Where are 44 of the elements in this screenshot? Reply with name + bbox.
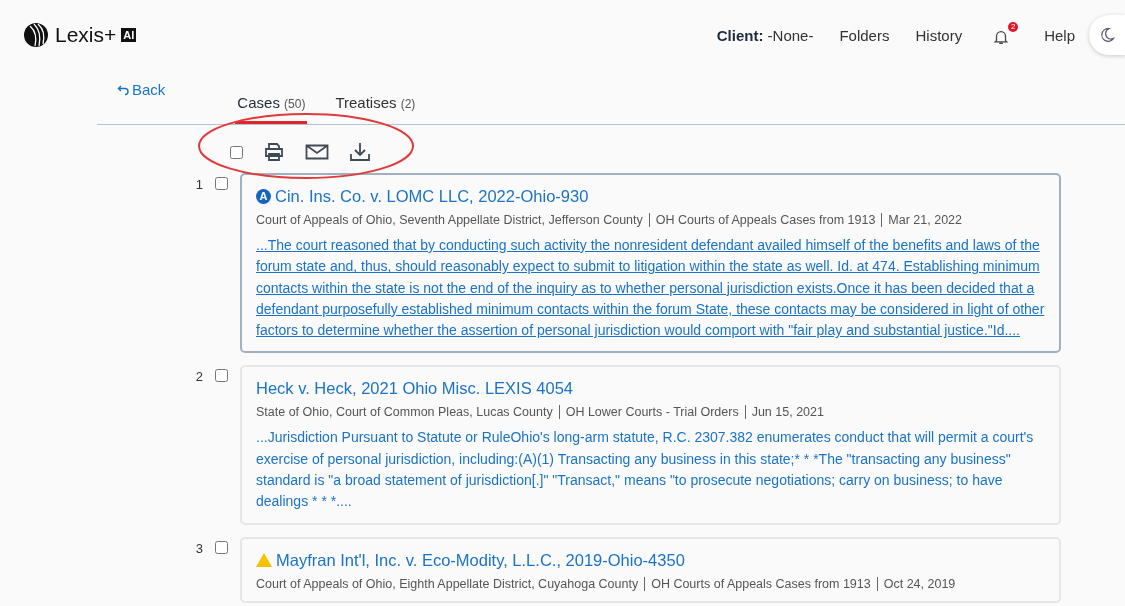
tab[interactable]: Treatises (2) <box>333 94 418 124</box>
positive-signal-icon: A <box>256 189 271 204</box>
download-button[interactable] <box>349 142 371 162</box>
case-snippet[interactable]: ...Jurisdiction Pursuant to Statute or RuleOhio's long-arm statute, R.C. 2307.382 enumerates conduct that will permit a court's exercise of personal jurisdiction, including:(A)(1) Transacting any business in this state;* * *The "transacting any business" standard is "a broad statement of jurisdiction[.]" "Transact," means "to prosecute negotiations; carry on business; to have dealings * * *.... <box>256 427 1045 513</box>
client-selector[interactable]: Client: -None- <box>716 26 814 44</box>
case-meta-text: OH Courts of Appeals Cases from 1913 <box>651 576 871 591</box>
case-title-link[interactable]: Heck v. Heck, 2021 Ohio Misc. LEXIS 4054 <box>256 379 573 399</box>
printer-icon <box>263 142 285 162</box>
brand-badge: AI <box>121 28 137 42</box>
back-arrow-icon <box>117 83 129 96</box>
help-link[interactable]: Help <box>1044 26 1075 44</box>
caution-triangle-icon <box>256 553 272 568</box>
nav-link[interactable]: History <box>915 26 963 44</box>
result-checkbox[interactable] <box>215 177 228 190</box>
select-all-checkbox[interactable] <box>230 145 243 159</box>
case-meta-text: Court of Appeals of Ohio, Seventh Appellate District, Jefferson County <box>256 213 643 227</box>
envelope-icon <box>305 144 329 160</box>
result-number: 2 <box>195 369 203 385</box>
globe-logo-icon <box>22 21 50 49</box>
case-meta-text: Court of Appeals of Ohio, Eighth Appellate District, Cuyahoga County <box>256 576 639 591</box>
result-number: 1 <box>195 177 203 192</box>
download-icon <box>349 142 371 162</box>
case-snippet[interactable]: ...The court reasoned that by conducting such activity the nonresident defendant availed himself of the benefits and laws of the forum state and, thus, should reasonably expect to submit to litigation within the state as well. Id. at 474. Establishing minimum contacts within the state is not the end of the inquiry as to whether personal jurisdiction exists.Once it has been decided that a defendant purposefully established minimum contacts within the forum State, these contacts may be considered in light of other factors to determine whether the assertion of personal jurisdiction would comport with "fair play and substantial justice."Id.... <box>256 235 1045 342</box>
case-title-link[interactable]: Mayfran Int'l, Inc. v. Eco-Modity, L.L.C., 2019-Ohio-4350 <box>276 550 685 570</box>
moon-icon <box>1098 26 1116 44</box>
case-meta-text: Mar 21, 2022 <box>888 213 963 227</box>
nav-link[interactable]: Folders <box>839 26 890 44</box>
result-checkbox[interactable] <box>215 369 228 383</box>
dark-mode-button[interactable] <box>1089 15 1125 55</box>
notification-count: 2 <box>1008 22 1019 32</box>
result-checkbox[interactable] <box>215 540 228 554</box>
case-title-link[interactable]: Cin. Ins. Co. v. LOMC LLC, 2022-Ohio-930 <box>275 187 589 206</box>
print-button[interactable] <box>263 142 285 162</box>
email-button[interactable] <box>305 144 329 160</box>
brand-name: Lexis+ <box>55 23 117 47</box>
bell-icon <box>992 28 1011 46</box>
back-link[interactable]: Back <box>117 81 166 110</box>
notifications-button[interactable]: 2 <box>988 22 1019 48</box>
result-number: 3 <box>195 540 203 556</box>
case-meta-text: OH Lower Courts - Trial Orders <box>565 405 739 420</box>
case-meta-text: OH Courts of Appeals Cases from 1913 <box>655 213 876 227</box>
case-meta-text: State of Ohio, Court of Common Pleas, Lucas County <box>256 405 553 420</box>
case-meta-text: Oct 24, 2019 <box>883 576 956 591</box>
case-meta-text: Jun 15, 2021 <box>751 405 824 420</box>
